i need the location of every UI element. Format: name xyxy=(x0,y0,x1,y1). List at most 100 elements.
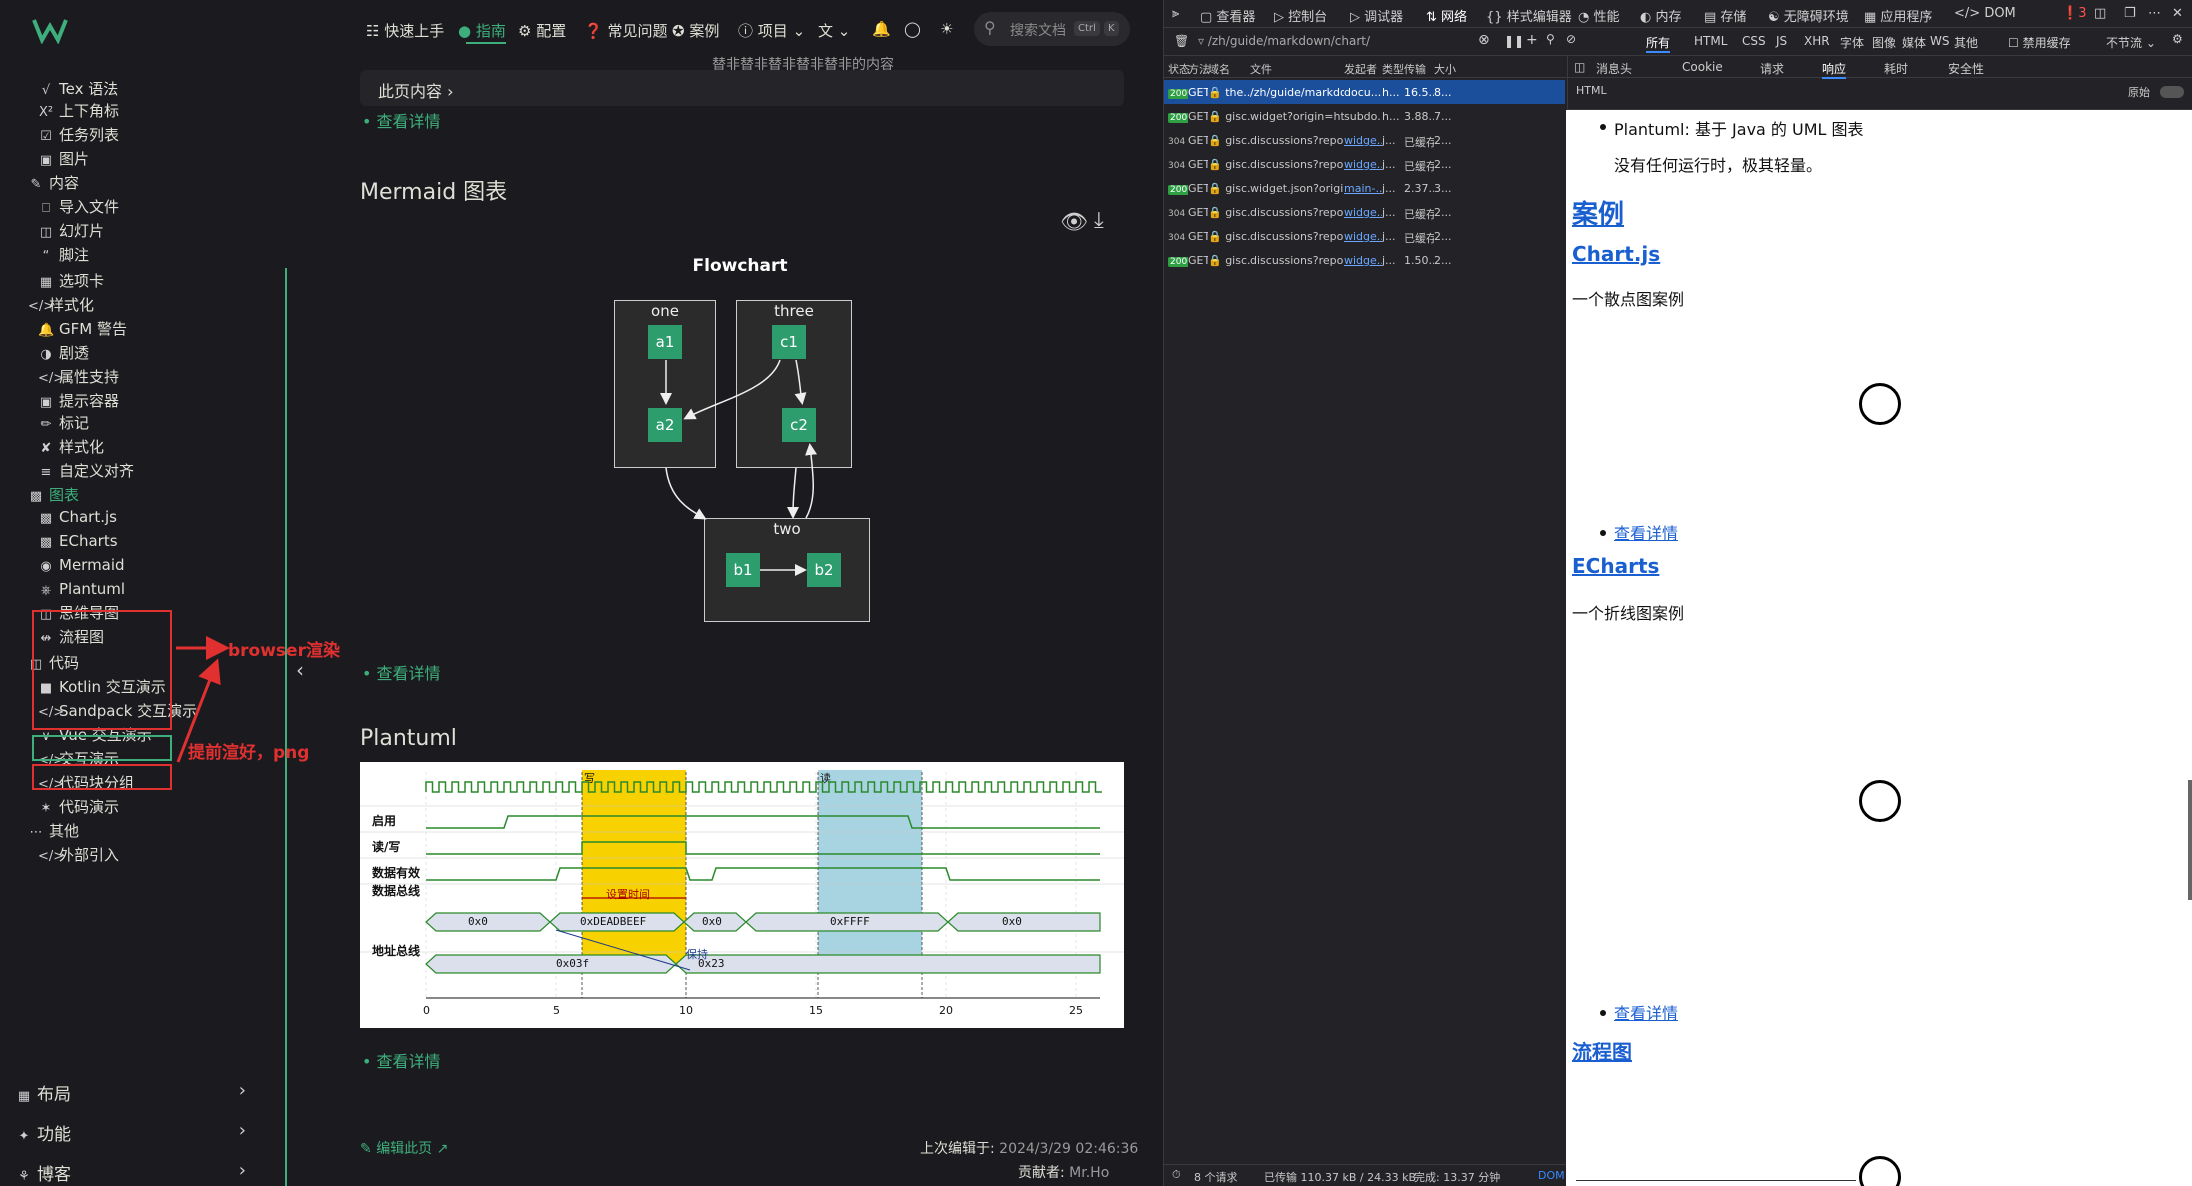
sidebar-item-13[interactable]: ▣ 提示容器 xyxy=(38,390,119,411)
resp-chartjs-heading[interactable]: Chart.js xyxy=(1572,242,1660,266)
column-header-5[interactable]: 类型 xyxy=(1382,61,1404,77)
github-icon[interactable]: ◯ xyxy=(904,20,921,38)
filter-2[interactable]: CSS xyxy=(1742,34,1766,48)
sidebar-item-10[interactable]: 🔔 GFM 警告 xyxy=(38,318,127,339)
throttle-select[interactable]: 不节流 ⌄ xyxy=(2106,34,2156,51)
column-header-0[interactable]: 状态 xyxy=(1168,61,1190,77)
sidebar-item-4[interactable]: ✎ 内容 xyxy=(28,172,79,193)
resp-echarts-heading[interactable]: ECharts xyxy=(1572,554,1659,578)
nav-quickstart[interactable]: ☷ 快速上手 xyxy=(366,20,444,41)
sidebar-item-5[interactable]: ⎕ 导入文件 xyxy=(38,196,119,217)
tab-memory[interactable]: ◐ 内存 xyxy=(1640,6,1682,25)
block-icon[interactable]: ⊘ xyxy=(1566,32,1576,46)
detail-link-3[interactable]: • 查看详情 xyxy=(362,1048,441,1072)
filter-0[interactable]: 所有 xyxy=(1646,34,1671,53)
error-badge[interactable]: ❗3 xyxy=(2062,6,2086,21)
clear-filter-icon[interactable]: ⊗ xyxy=(1478,32,1490,48)
sidebar-item-16[interactable]: ≡ 自定义对齐 xyxy=(38,460,134,481)
preview-eye-icon[interactable]: 👁 xyxy=(1060,210,1088,235)
sidebar-item-18[interactable]: ▩ Chart.js xyxy=(38,508,117,526)
sidebar-item-12[interactable]: </>属性支持 xyxy=(38,366,119,387)
tab-console[interactable]: ▷ 控制台 xyxy=(1274,6,1327,25)
sidebar-group-0[interactable]: ▦ 布局 › xyxy=(16,1080,266,1105)
add-icon[interactable]: + xyxy=(1526,32,1538,48)
sidebar-item-30[interactable]: ✶ 代码演示 xyxy=(38,796,119,817)
resp-detail-link-1[interactable]: 查看详情 xyxy=(1614,520,1678,544)
tab-accessibility[interactable]: ☯ 无障碍环境 xyxy=(1768,6,1849,25)
filter-9[interactable]: 其他 xyxy=(1954,34,1978,51)
column-header-3[interactable]: 文件 xyxy=(1250,61,1272,77)
sidebar-item-20[interactable]: ◉ Mermaid xyxy=(38,556,124,574)
sidebar-item-3[interactable]: ▣ 图片 xyxy=(38,148,89,169)
trash-icon[interactable]: 🗑 xyxy=(1174,34,1189,48)
request-row[interactable]: 304GET🔒 gisc...discussions?repo=vueprwid… xyxy=(1164,224,1565,248)
resp-flowchart-heading[interactable]: 流程图 xyxy=(1572,1036,1632,1065)
sidebar-group-1[interactable]: ✦ 功能 › xyxy=(16,1120,266,1145)
tab-storage[interactable]: ▤ 存储 xyxy=(1704,6,1746,25)
sidebar-item-1[interactable]: X² 上下角标 xyxy=(38,100,119,121)
request-row[interactable]: 200GET🔒 gisc...widget.json?origin=httpma… xyxy=(1164,176,1565,200)
sidebar-item-32[interactable]: </>外部引入 xyxy=(38,844,119,865)
sidebar-item-7[interactable]: “ 脚注 xyxy=(38,244,89,265)
request-row[interactable]: 304GET🔒 gisc...discussions?repo=vuwidge.… xyxy=(1164,152,1565,176)
response-tab-2[interactable]: 请求 xyxy=(1760,60,1784,77)
tab-debugger[interactable]: ▷ 调试器 xyxy=(1350,6,1403,25)
language-icon[interactable]: 文 ⌄ xyxy=(818,20,850,41)
filter-3[interactable]: JS xyxy=(1776,34,1787,48)
sidebar-item-14[interactable]: ✏ 标记 xyxy=(38,412,89,433)
theme-toggle-icon[interactable]: ☀ xyxy=(940,20,953,38)
sidebar-toggle-icon[interactable]: ◫ xyxy=(1574,60,1585,74)
sidebar-item-21[interactable]: ⎈ Plantuml xyxy=(38,580,125,598)
sidebar-item-17[interactable]: ▩ 图表 xyxy=(28,484,79,505)
request-row[interactable]: 304GET🔒 gisc...discussions?repo=vuwidge.… xyxy=(1164,200,1565,224)
response-tab-5[interactable]: 安全性 xyxy=(1948,60,1984,77)
search-icon[interactable]: ⚲ xyxy=(1546,32,1555,46)
sidebar-group-2[interactable]: ⚘ 博客 › xyxy=(16,1160,266,1185)
bell-icon[interactable]: 🔔 xyxy=(872,20,891,38)
filter-1[interactable]: HTML xyxy=(1694,34,1727,48)
download-icon[interactable]: ⤓ xyxy=(1094,208,1104,233)
url-filter[interactable]: ▿ /zh/guide/markdown/chart/ xyxy=(1198,34,1370,48)
pick-element-icon[interactable]: ⫸ xyxy=(1172,6,1179,21)
column-header-1[interactable]: 方法 xyxy=(1188,61,1210,77)
column-header-4[interactable]: 发起者 xyxy=(1344,61,1377,77)
filter-5[interactable]: 字体 xyxy=(1840,34,1864,51)
tab-network[interactable]: ⇅ 网络 xyxy=(1426,6,1467,25)
response-tab-0[interactable]: 消息头 xyxy=(1596,60,1632,77)
detail-link-2[interactable]: • 查看详情 xyxy=(362,660,441,684)
nav-guide[interactable]: ● 指南 xyxy=(458,20,506,41)
nav-faq[interactable]: ❓ 常见问题 xyxy=(584,20,667,41)
tab-inspector[interactable]: ▢ 查看器 xyxy=(1200,6,1255,25)
raw-toggle[interactable] xyxy=(2160,86,2184,98)
column-header-6[interactable]: 传输 xyxy=(1404,61,1426,77)
nav-cases[interactable]: ✪ 案例 xyxy=(672,20,719,41)
sidebar-item-11[interactable]: ◑ 剧透 xyxy=(38,342,89,363)
scrollbar[interactable] xyxy=(2188,780,2192,900)
tab-application[interactable]: ▦ 应用程序 xyxy=(1864,6,1932,25)
request-row[interactable]: 304GET🔒 gisc...discussions?repo=vuwidge.… xyxy=(1164,128,1565,152)
pause-icon[interactable]: ❚❚ xyxy=(1504,34,1524,48)
nav-config[interactable]: ⚙ 配置 xyxy=(518,20,566,41)
sidebar-item-2[interactable]: ☑ 任务列表 xyxy=(38,124,119,145)
sidebar-item-0[interactable]: √ Tex 语法 xyxy=(38,78,118,99)
column-header-2[interactable]: 域名 xyxy=(1208,61,1230,77)
toc-toggle[interactable]: 此页内容 › xyxy=(360,70,1124,106)
settings-icon[interactable]: ⚙ xyxy=(2172,32,2183,46)
sidebar-item-9[interactable]: </>样式化 xyxy=(28,294,94,315)
request-row[interactable]: 200GET🔒 the.../zh/guide/markdown/chdocu.… xyxy=(1164,80,1565,104)
request-row[interactable]: 200GET🔒 gisc...widget?origin=https://ths… xyxy=(1164,104,1565,128)
filter-7[interactable]: 媒体 xyxy=(1902,34,1926,51)
window-icon[interactable]: ❐ xyxy=(2124,6,2136,21)
close-icon[interactable]: ✕ xyxy=(2172,6,2183,21)
response-tab-4[interactable]: 耗时 xyxy=(1884,60,1908,77)
tab-style-editor[interactable]: {} 样式编辑器 xyxy=(1486,6,1572,25)
detail-link-1[interactable]: • 查看详情 xyxy=(362,108,441,132)
sidebar-item-15[interactable]: ✘ 样式化 xyxy=(38,436,104,457)
edit-page-link[interactable]: ✎ 编辑此页 ↗ xyxy=(360,1138,448,1158)
column-header-7[interactable]: 大小 xyxy=(1434,61,1456,77)
sidebar-item-8[interactable]: ▦ 选项卡 xyxy=(38,270,104,291)
filter-4[interactable]: XHR xyxy=(1804,34,1830,48)
more-icon[interactable]: ⋯ xyxy=(2148,6,2161,21)
sidebar-item-19[interactable]: ▩ ECharts xyxy=(38,532,118,550)
filter-8[interactable]: WS xyxy=(1930,34,1949,48)
